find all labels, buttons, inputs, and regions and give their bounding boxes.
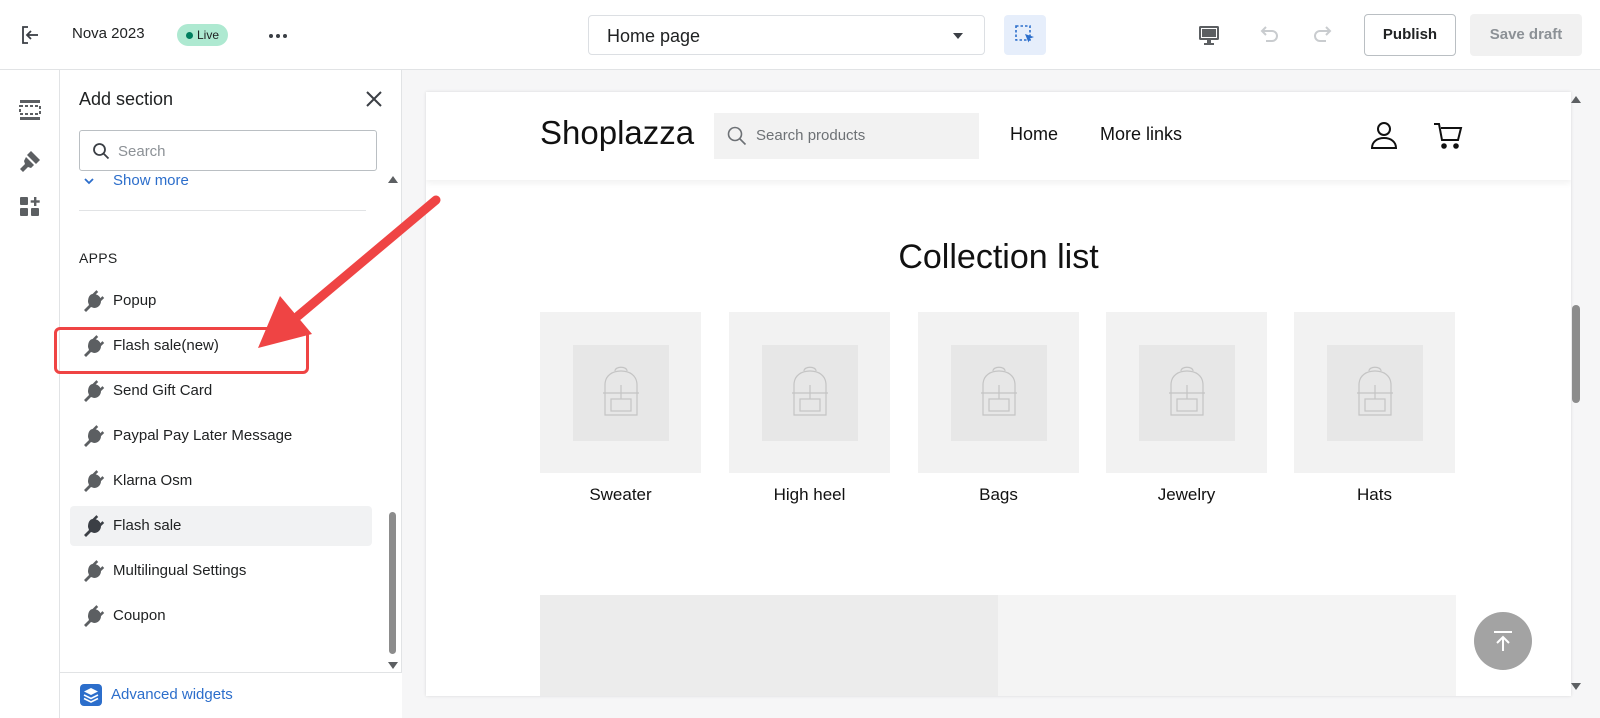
plug-icon	[84, 515, 105, 537]
theme-settings-icon[interactable]	[17, 148, 43, 174]
store-name: Nova 2023	[72, 25, 145, 42]
page-selector-value: Home page	[607, 26, 701, 46]
inspect-element-button[interactable]	[1004, 15, 1046, 55]
app-item-coupon[interactable]: Coupon	[70, 596, 372, 636]
search-icon	[727, 126, 747, 146]
backpack-placeholder-icon	[792, 366, 828, 416]
collection-list-title: Collection list	[898, 238, 1099, 276]
store-search-placeholder: Search products	[756, 127, 866, 144]
collection-name: Hats	[1357, 485, 1392, 504]
backpack-placeholder-icon	[1357, 366, 1393, 416]
app-item-send-gift-card[interactable]: Send Gift Card	[70, 371, 372, 411]
nav-link-home[interactable]: Home	[1010, 124, 1058, 145]
plug-icon	[84, 425, 105, 447]
store-search-box[interactable]: Search products	[714, 113, 979, 159]
left-rail	[0, 70, 60, 718]
backpack-placeholder-icon	[981, 366, 1017, 416]
cart-icon[interactable]	[1432, 119, 1464, 151]
publish-button[interactable]: Publish	[1364, 14, 1456, 56]
backpack-placeholder-icon	[1169, 366, 1205, 416]
panel-scrollbar-thumb[interactable]	[389, 512, 396, 654]
collection-image-placeholder	[918, 312, 1079, 473]
collection-name: Bags	[979, 485, 1018, 504]
save-draft-button[interactable]: Save draft	[1470, 14, 1582, 56]
preview-scroll-down-arrow[interactable]	[1571, 683, 1581, 690]
app-item-flash-sale[interactable]: Flash sale	[70, 506, 372, 546]
chevron-down-icon	[84, 178, 94, 185]
app-item-paypal-pay-later[interactable]: Paypal Pay Later Message	[70, 416, 372, 456]
annotation-highlight-box	[54, 327, 309, 374]
section-search-input[interactable]	[118, 139, 368, 163]
desktop-view-icon[interactable]	[1196, 22, 1222, 48]
collection-image-placeholder	[540, 312, 701, 473]
exit-icon[interactable]	[18, 23, 42, 47]
divider	[79, 210, 366, 211]
store-header: Shoplazza Search products Home More link…	[426, 92, 1571, 180]
collection-image-placeholder	[729, 312, 890, 473]
nav-link-more-links[interactable]: More links	[1100, 124, 1182, 145]
app-item-label: Multilingual Settings	[113, 562, 247, 579]
undo-icon[interactable]	[1255, 22, 1281, 48]
panel-scroll-up-arrow[interactable]	[388, 176, 398, 183]
collection-image-placeholder	[1106, 312, 1267, 473]
advanced-widgets-link[interactable]: Advanced widgets	[60, 672, 402, 718]
collection-name: Jewelry	[1157, 485, 1216, 504]
collection-card-bags[interactable]: Bags	[918, 312, 1079, 505]
redo-icon[interactable]	[1311, 22, 1337, 48]
preview-scroll-up-arrow[interactable]	[1571, 96, 1581, 103]
section-search-box	[79, 130, 377, 171]
plug-icon	[84, 605, 105, 627]
collection-name: Sweater	[589, 485, 652, 504]
select-cursor-icon	[1015, 25, 1034, 43]
preview-scrollbar-thumb[interactable]	[1572, 305, 1580, 403]
collection-card-jewelry[interactable]: Jewelry	[1106, 312, 1267, 505]
close-icon[interactable]	[364, 89, 384, 109]
back-to-top-button[interactable]	[1474, 612, 1532, 670]
top-bar: Nova 2023 Live Home page Publish Save dr…	[0, 0, 1600, 70]
app-item-multilingual-settings[interactable]: Multilingual Settings	[70, 551, 372, 591]
backpack-placeholder-icon	[603, 366, 639, 416]
panel-title: Add section	[79, 89, 174, 109]
more-options-icon[interactable]	[266, 24, 290, 48]
app-item-label: Flash sale	[113, 517, 182, 534]
app-item-popup[interactable]: Popup	[70, 281, 372, 321]
app-item-label: Send Gift Card	[113, 382, 213, 399]
app-item-label: Coupon	[113, 607, 166, 624]
page-selector[interactable]: Home page	[588, 15, 985, 55]
advanced-widgets-label: Advanced widgets	[111, 686, 233, 703]
store-preview: Shoplazza Search products Home More link…	[426, 92, 1571, 696]
collection-image-placeholder	[1294, 312, 1455, 473]
image-banner-placeholder-left	[540, 595, 998, 696]
panel-scroll-down-arrow[interactable]	[388, 662, 398, 669]
app-item-label: Paypal Pay Later Message	[113, 427, 293, 444]
add-section-panel: Add section Show more APPS Popup Flash s…	[60, 70, 402, 718]
app-item-label: Popup	[113, 292, 157, 309]
search-icon	[93, 143, 110, 160]
plug-icon	[84, 560, 105, 582]
chevron-down-icon	[953, 33, 963, 39]
apps-icon[interactable]	[17, 194, 43, 220]
collection-card-sweater[interactable]: Sweater	[540, 312, 701, 505]
collection-card-high-heel[interactable]: High heel	[729, 312, 890, 505]
show-more-link[interactable]: Show more	[83, 171, 189, 193]
show-more-label: Show more	[113, 172, 189, 189]
store-logo[interactable]: Shoplazza	[540, 114, 694, 152]
collection-name: High heel	[773, 485, 846, 504]
layers-icon	[80, 684, 102, 706]
sections-icon[interactable]	[17, 97, 43, 123]
app-item-label: Klarna Osm	[113, 472, 193, 489]
plug-icon	[84, 290, 105, 312]
live-status-badge: Live	[177, 24, 229, 46]
image-banner-placeholder-right	[998, 595, 1456, 696]
app-item-klarna-osm[interactable]: Klarna Osm	[70, 461, 372, 501]
plug-icon	[84, 380, 105, 402]
plug-icon	[84, 470, 105, 492]
account-icon[interactable]	[1368, 119, 1400, 151]
apps-heading: APPS	[79, 250, 118, 266]
arrow-up-icon	[1494, 631, 1512, 651]
collection-card-hats[interactable]: Hats	[1294, 312, 1455, 505]
